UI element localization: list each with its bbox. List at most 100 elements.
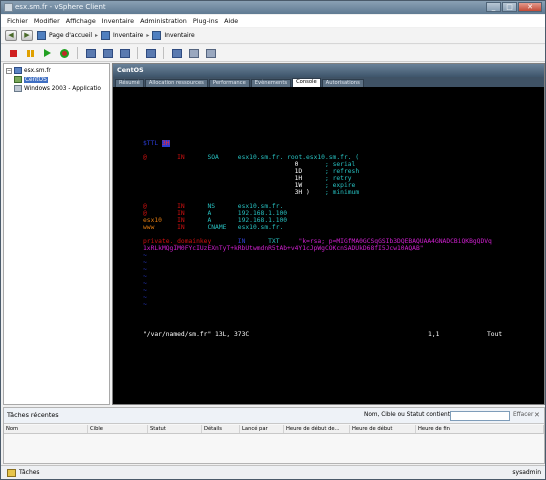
column-start-time[interactable]: Heure de début bbox=[350, 425, 416, 433]
console-icon bbox=[145, 48, 156, 58]
console-token: ; retry bbox=[324, 175, 352, 182]
console-line: 3H ) ; minimum bbox=[143, 189, 359, 196]
menu-inventory[interactable]: Inventaire bbox=[102, 17, 134, 25]
clone-button[interactable] bbox=[187, 47, 200, 59]
console-token: NS esx10.sm.fr. bbox=[207, 203, 284, 210]
menu-file[interactable]: Fichier bbox=[7, 17, 28, 25]
console-token: esx10 bbox=[143, 217, 178, 224]
clone-icon bbox=[188, 48, 199, 58]
filter-label: Nom, Cible ou Statut contient : bbox=[364, 412, 454, 418]
recent-tasks-title: Tâches récentes bbox=[7, 411, 59, 419]
host-icon bbox=[14, 67, 22, 74]
breadcrumb-home[interactable]: Page d'accueil bbox=[49, 32, 92, 39]
breadcrumb: Page d'accueil ▸ Inventaire ▸ Inventaire bbox=[37, 31, 195, 40]
console-token: IN bbox=[177, 224, 208, 231]
menu-plugins[interactable]: Plug-ins bbox=[193, 17, 218, 25]
menu-edit[interactable]: Modifier bbox=[34, 17, 60, 25]
tree-item-windows[interactable]: Windows 2003 - Applicatio bbox=[6, 84, 107, 93]
breadcrumb-inventory-sub[interactable]: Inventaire bbox=[164, 32, 194, 39]
vm-console[interactable]: $TTL 3H @ IN SOA esx10.sm.fr. root.esx10.… bbox=[113, 87, 544, 404]
vm-powered-on-icon bbox=[14, 76, 22, 83]
console-line: ~ bbox=[143, 266, 147, 273]
reset-button[interactable] bbox=[58, 47, 71, 59]
column-initiated-by[interactable]: Lancé par bbox=[240, 425, 284, 433]
console-token: "/var/named/sm.fr" 13L, 373C bbox=[143, 331, 250, 338]
column-target[interactable]: Cible bbox=[88, 425, 148, 433]
settings-icon bbox=[205, 48, 216, 58]
manage-snapshots-button[interactable] bbox=[118, 47, 131, 59]
vm-toolbar bbox=[1, 45, 545, 62]
tasks-label[interactable]: Tâches bbox=[19, 469, 40, 476]
console-line: private._domainkey IN TXT "k=rsa; p=MIGf… bbox=[143, 238, 492, 245]
maximize-button[interactable]: □ bbox=[502, 2, 517, 12]
console-token: www bbox=[143, 224, 178, 231]
migrate-button[interactable] bbox=[170, 47, 183, 59]
revert-button[interactable] bbox=[101, 47, 114, 59]
console-token: SOA esx10.sm.fr. root.esx10.sm.fr. ( bbox=[207, 154, 360, 161]
console-token: A 192.168.1.100 bbox=[207, 210, 288, 217]
recent-tasks-panel: Tâches récentes Nom, Cible ou Statut con… bbox=[3, 407, 545, 464]
tab-permissions[interactable]: Autorisations bbox=[321, 79, 364, 87]
console-line: ~ bbox=[143, 273, 147, 280]
console-token: TXT bbox=[268, 238, 299, 245]
task-filter-input[interactable] bbox=[450, 411, 510, 421]
forward-button[interactable]: ▶ bbox=[21, 30, 33, 41]
back-button[interactable]: ◀ bbox=[5, 30, 17, 41]
menu-view[interactable]: Affichage bbox=[66, 17, 96, 25]
console-line: ~ bbox=[143, 301, 147, 308]
snapshot-icon bbox=[85, 48, 96, 58]
vm-panel-title: CentOS bbox=[113, 64, 544, 77]
column-name[interactable]: Nom bbox=[4, 425, 88, 433]
console-token: ~ bbox=[143, 294, 147, 301]
tasks-icon[interactable] bbox=[7, 469, 16, 477]
tab-resource-allocation[interactable]: Allocation ressources bbox=[144, 79, 208, 87]
clear-filter-button[interactable]: Effacer bbox=[513, 412, 533, 418]
snapshot-button[interactable] bbox=[84, 47, 97, 59]
console-token: ; serial bbox=[324, 161, 356, 168]
tree-host[interactable]: − esx.sm.fr bbox=[6, 66, 107, 75]
tab-summary[interactable]: Résumé bbox=[115, 79, 144, 87]
settings-button[interactable] bbox=[204, 47, 217, 59]
power-on-button[interactable] bbox=[41, 47, 54, 59]
minimize-button[interactable]: _ bbox=[486, 2, 501, 12]
column-end-time[interactable]: Heure de fin bbox=[416, 425, 544, 433]
console-token: "k=rsa; p=MIGfMA0GCSqGSIb3DQEBAQUAA4GNAD… bbox=[298, 238, 492, 245]
console-token: ~ bbox=[143, 259, 147, 266]
open-console-button[interactable] bbox=[144, 47, 157, 59]
column-requested-start[interactable]: Heure de début de... bbox=[284, 425, 350, 433]
console-token: ~ bbox=[143, 273, 147, 280]
console-token: @ IN bbox=[143, 203, 208, 210]
reset-icon bbox=[60, 48, 69, 58]
status-bar: Tâches sysadmin bbox=[1, 465, 545, 479]
console-token: 1H bbox=[143, 175, 325, 182]
inventory-tree: − esx.sm.fr CentOS Windows 2003 - Applic… bbox=[3, 63, 110, 405]
console-token: IN bbox=[237, 238, 269, 245]
inventory-icon bbox=[101, 31, 111, 40]
app-window: esx.sm.fr - vSphere Client _ □ ✕ Fichier… bbox=[0, 0, 546, 480]
menu-help[interactable]: Aide bbox=[224, 17, 238, 25]
collapse-icon[interactable]: − bbox=[6, 67, 12, 74]
tab-performance[interactable]: Performance bbox=[208, 79, 250, 87]
vm-panel: CentOS Résumé Allocation ressources Perf… bbox=[112, 63, 545, 405]
toolbar-separator bbox=[77, 47, 78, 59]
console-line: ~ bbox=[143, 287, 147, 294]
console-line: ~ bbox=[143, 259, 147, 266]
breadcrumb-inventory[interactable]: Inventaire bbox=[113, 32, 143, 39]
console-token: 3H ) bbox=[143, 189, 325, 196]
close-button[interactable]: ✕ bbox=[518, 2, 542, 12]
power-off-button[interactable] bbox=[7, 47, 20, 59]
tab-events[interactable]: Evènements bbox=[250, 79, 292, 87]
console-token: $TTL bbox=[143, 140, 162, 147]
console-line: 1xRLkMQgIM0FYcIUzEXnTyT+kRbUtwmdnR5tAb+v… bbox=[143, 245, 424, 252]
menu-administration[interactable]: Administration bbox=[140, 17, 187, 25]
console-token: A 192.168.1.100 bbox=[207, 217, 288, 224]
tree-item-centos[interactable]: CentOS bbox=[6, 75, 107, 84]
column-status[interactable]: Statut bbox=[148, 425, 202, 433]
column-details[interactable]: Détails bbox=[202, 425, 240, 433]
close-panel-icon[interactable]: ✕ bbox=[534, 411, 540, 419]
console-token: 1D bbox=[143, 168, 325, 175]
suspend-button[interactable] bbox=[24, 47, 37, 59]
power-off-icon bbox=[10, 49, 17, 57]
tab-console[interactable]: Console bbox=[292, 78, 321, 87]
home-icon bbox=[37, 31, 46, 40]
